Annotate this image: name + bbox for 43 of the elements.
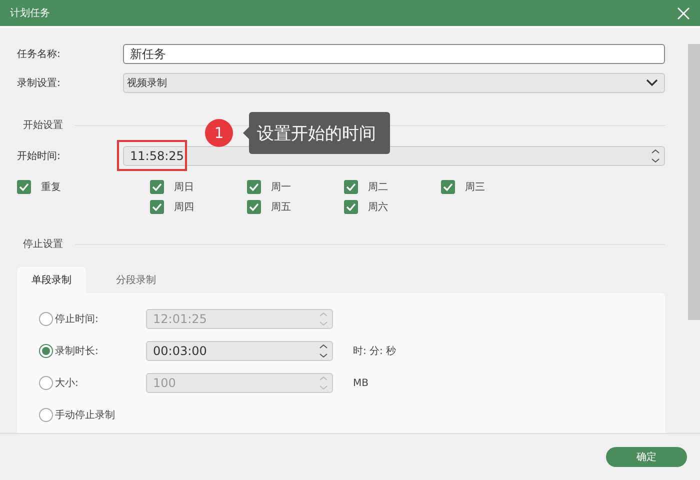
section-title: 开始设置 (23, 118, 63, 132)
tooltip-pointer (243, 127, 249, 139)
checkbox[interactable] (441, 180, 455, 194)
radio-button[interactable] (39, 344, 53, 358)
checkbox-label: 周三 (465, 181, 485, 194)
spinner-arrows-icon[interactable] (651, 148, 660, 164)
chevron-down-icon (646, 79, 658, 87)
tooltip: 设置开始的时间 (249, 112, 390, 154)
checkbox[interactable] (150, 180, 164, 194)
option-label: 录制时长: (55, 344, 100, 358)
checkbox-label: 周六 (368, 200, 388, 214)
task-name-field[interactable]: 新任务 (123, 44, 665, 64)
unit-label: 时: 分: 秒 (353, 344, 398, 358)
checkbox-label: 重复 (41, 180, 61, 194)
field-label: 任务名称: (17, 48, 62, 61)
section-title: 停止设置 (23, 238, 63, 251)
checkbox[interactable] (247, 180, 261, 194)
record-setting-dropdown[interactable]: 视频录制 (123, 73, 665, 93)
checkbox-label: 周日 (174, 181, 194, 194)
window-title: 计划任务 (10, 6, 50, 20)
checkbox-label: 周五 (271, 201, 291, 214)
tab[interactable]: 单段录制 (17, 267, 86, 293)
scrollbar-thumb[interactable] (688, 44, 700, 320)
checkbox[interactable] (344, 200, 358, 214)
checkbox[interactable] (247, 200, 261, 214)
checkbox-label: 周二 (368, 181, 388, 194)
field-label: 开始时间: (17, 150, 62, 163)
checkbox[interactable] (150, 200, 164, 214)
field-label: 录制设置: (17, 76, 62, 90)
option-label: 停止时间: (55, 312, 100, 326)
checkbox[interactable] (17, 180, 31, 194)
unit-label: MB (353, 378, 370, 388)
ok-button[interactable]: 确定 (606, 447, 687, 467)
option-label: 大小: (55, 376, 80, 390)
checkbox-label: 周一 (271, 181, 291, 194)
close-icon[interactable] (677, 6, 690, 20)
option-label: 手动停止录制 (55, 408, 116, 422)
radio-button[interactable] (39, 408, 53, 422)
spinner-arrows-icon[interactable] (319, 343, 328, 359)
value-field[interactable]: 00:03:00 (146, 341, 333, 361)
checkbox[interactable] (344, 180, 358, 194)
step-number: 1 (205, 119, 233, 147)
checkbox-label: 周四 (174, 201, 194, 214)
